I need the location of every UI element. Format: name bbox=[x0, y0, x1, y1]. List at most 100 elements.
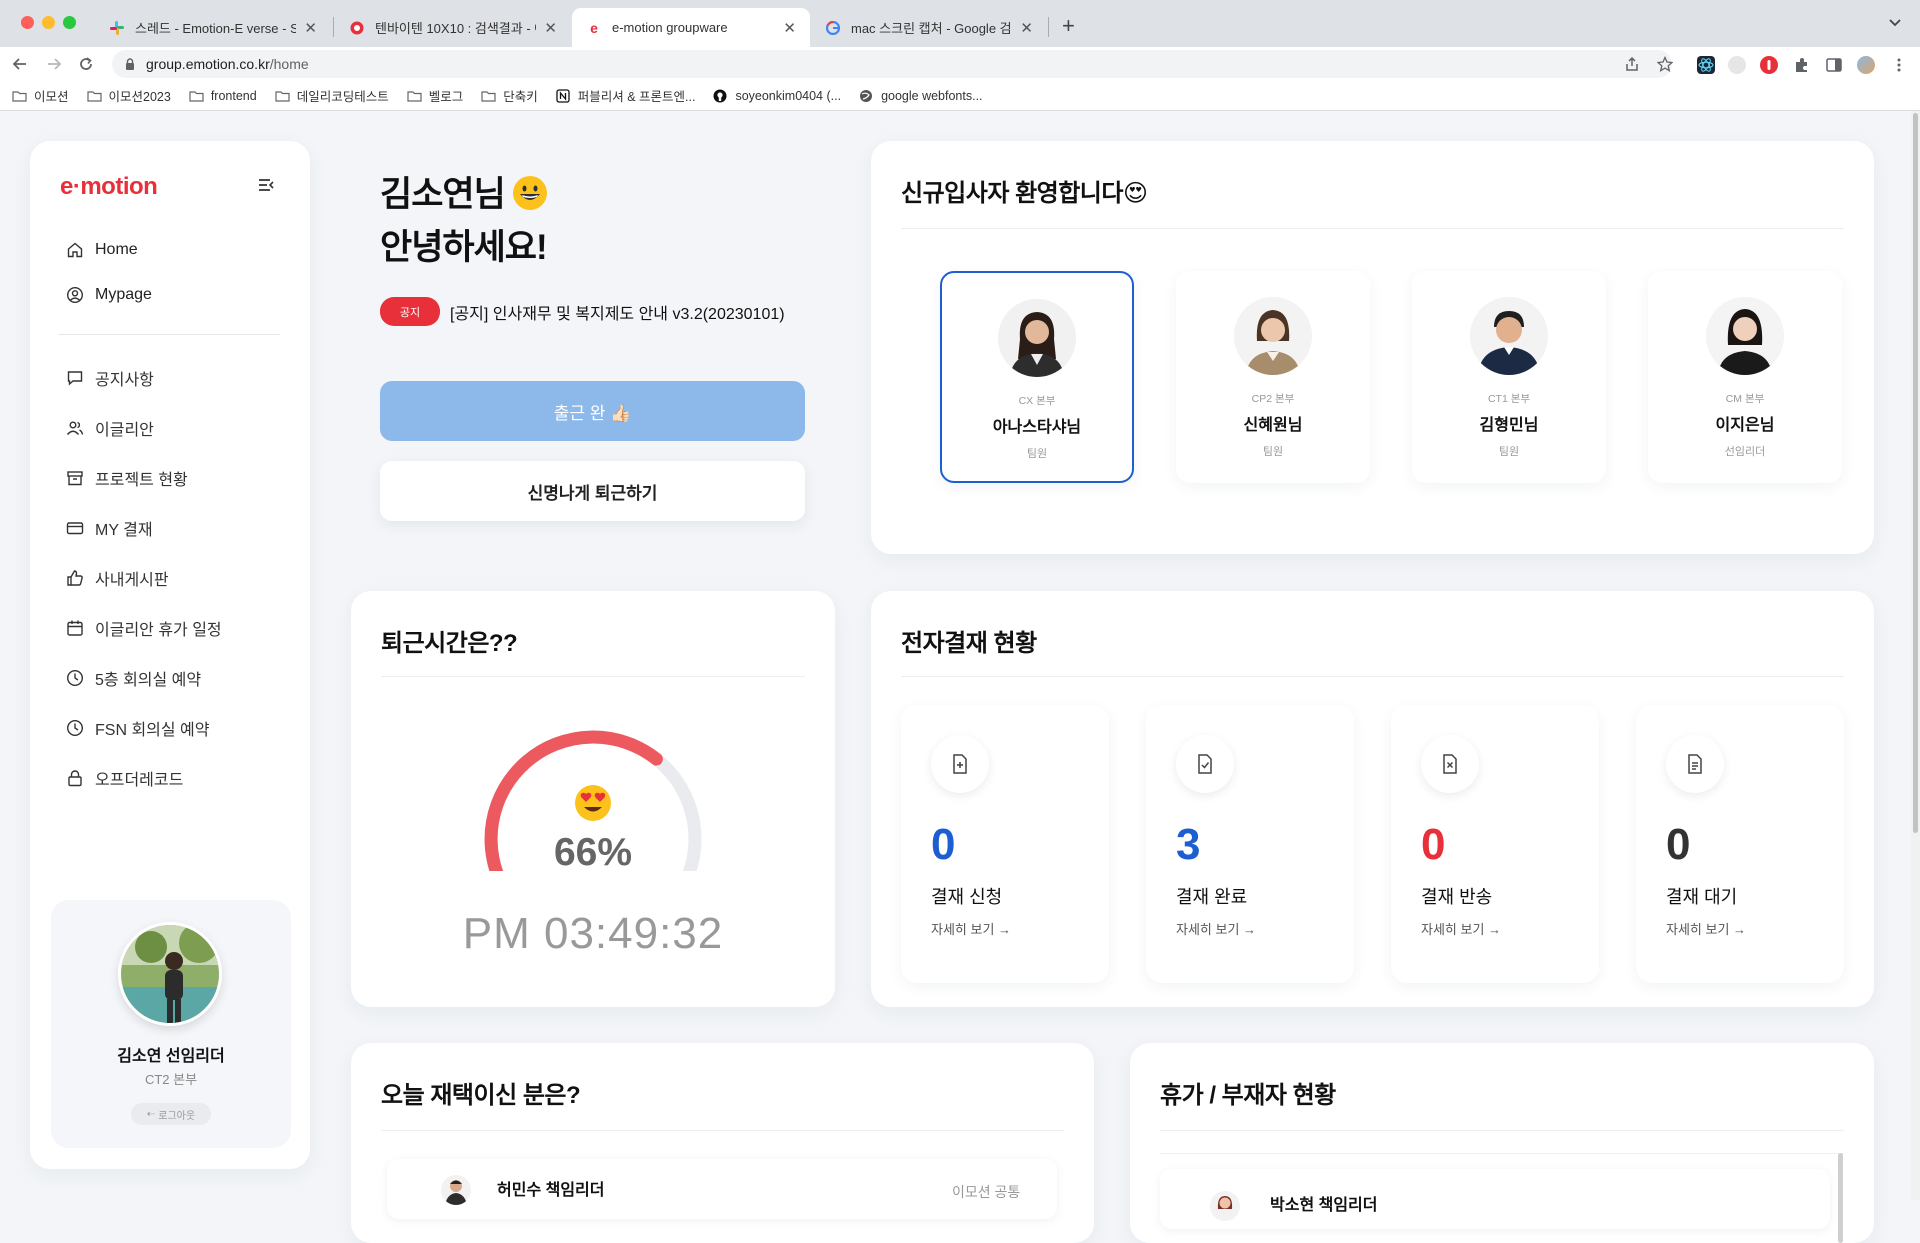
address-bar[interactable]: group.emotion.co.kr/home bbox=[112, 50, 1672, 78]
folder-icon bbox=[407, 89, 423, 103]
approval-returned-card[interactable]: 0 결재 반송 자세히 보기 → bbox=[1391, 705, 1599, 983]
sidebar-item-meeting-5f[interactable]: 5층 회의실 예약 bbox=[66, 666, 286, 690]
sidebar-item-notice[interactable]: 공지사항 bbox=[66, 366, 286, 390]
sidebar-item-board[interactable]: 사내게시판 bbox=[66, 566, 286, 590]
avatar bbox=[1210, 1191, 1240, 1221]
list-item[interactable]: 박소현 책임리더 bbox=[1160, 1169, 1830, 1229]
member-card[interactable]: CX 본부 아나스타샤님 팀원 bbox=[940, 271, 1134, 483]
details-link[interactable]: 자세히 보기 → bbox=[1176, 919, 1256, 938]
zoom-window-button[interactable] bbox=[63, 16, 76, 29]
bookmark-folder[interactable]: 이모션 bbox=[12, 86, 69, 105]
menu-collapse-icon[interactable] bbox=[256, 175, 276, 195]
sidebar-item-members[interactable]: 이글리안 bbox=[66, 416, 286, 440]
sidebar-item-label: 공지사항 bbox=[95, 372, 154, 389]
bookmark-folder[interactable]: 단축키 bbox=[481, 86, 538, 105]
details-link[interactable]: 자세히 보기 → bbox=[931, 919, 1011, 938]
lock-icon bbox=[124, 58, 136, 70]
tab-emotion-groupware[interactable]: e e-motion groupware ✕ bbox=[572, 8, 810, 47]
tab-separator bbox=[1048, 17, 1049, 37]
details-link[interactable]: 자세히 보기 → bbox=[1421, 919, 1501, 938]
card-title: 오늘 재택이신 분은? bbox=[381, 1082, 581, 1109]
bookmark-link[interactable]: soyeonkim0404 (... bbox=[713, 89, 841, 103]
checkout-button[interactable]: 신명나게 퇴근하기 bbox=[380, 461, 805, 521]
close-window-button[interactable] bbox=[21, 16, 34, 29]
member-role: 팀원 bbox=[1026, 448, 1048, 460]
close-tab-icon[interactable]: ✕ bbox=[544, 19, 557, 37]
folder-icon bbox=[481, 89, 497, 103]
sidebar-item-vacation[interactable]: 이글리안 휴가 일정 bbox=[66, 616, 286, 640]
window-controls bbox=[21, 16, 76, 29]
close-tab-icon[interactable]: ✕ bbox=[1020, 19, 1033, 37]
puzzle-icon[interactable] bbox=[1793, 56, 1811, 74]
tab-search-chevron-icon[interactable] bbox=[1888, 15, 1902, 29]
sidebar-item-home[interactable]: Home bbox=[66, 241, 286, 259]
tab-title: 텐바이텐 10X10 : 검색결과 - 아이콘 bbox=[375, 21, 536, 36]
sidebar-item-mypage[interactable]: Mypage bbox=[66, 286, 286, 304]
side-panel-icon[interactable] bbox=[1825, 56, 1843, 74]
details-link[interactable]: 자세히 보기 → bbox=[1666, 919, 1746, 938]
url-host: group.emotion.co.kr bbox=[146, 56, 270, 72]
adblock-icon[interactable] bbox=[1760, 56, 1778, 74]
title-divider bbox=[381, 1130, 1064, 1131]
member-role: 팀원 bbox=[1262, 446, 1284, 458]
bookmark-folder[interactable]: 데일리코딩테스트 bbox=[275, 86, 389, 105]
share-icon[interactable] bbox=[1624, 56, 1642, 74]
sidebar-item-projects[interactable]: 프로젝트 현황 bbox=[66, 466, 286, 490]
tab-slack[interactable]: 스레드 - Emotion-E verse - Slack ✕ bbox=[95, 8, 331, 47]
approval-label: 결재 신청 bbox=[931, 887, 1003, 907]
list-scrollbar[interactable] bbox=[1838, 1153, 1843, 1243]
minimize-window-button[interactable] bbox=[42, 16, 55, 29]
bookmark-folder[interactable]: frontend bbox=[189, 89, 257, 103]
page-scrollbar-thumb[interactable] bbox=[1913, 113, 1918, 833]
folder-icon bbox=[86, 89, 103, 103]
list-item[interactable]: 허민수 책임리더 이모션 공통 bbox=[387, 1159, 1057, 1219]
bookmark-label: 이모션 bbox=[34, 90, 69, 104]
close-tab-icon[interactable]: ✕ bbox=[783, 19, 796, 37]
bookmark-link[interactable]: 퍼블리셔 & 프론트엔... bbox=[556, 86, 695, 105]
member-name: 이지은님 bbox=[1715, 417, 1775, 434]
checkin-button[interactable]: 출근 완 👍🏻 bbox=[380, 381, 805, 441]
notice-row[interactable]: 공지 [공지] 인사재무 및 복지제도 안내 v3.2(20230101) bbox=[380, 297, 785, 326]
react-devtools-icon[interactable] bbox=[1697, 56, 1715, 74]
approval-pending-card[interactable]: 0 결재 대기 자세히 보기 → bbox=[1636, 705, 1844, 983]
approval-count: 0 bbox=[931, 820, 956, 869]
member-card[interactable]: CP2 본부 신혜원님 팀원 bbox=[1176, 271, 1370, 483]
back-icon[interactable] bbox=[12, 56, 28, 72]
extension-icon[interactable] bbox=[1728, 56, 1746, 74]
member-dept: CP2 본부 bbox=[1251, 393, 1295, 405]
avatar[interactable] bbox=[118, 922, 222, 1026]
sidebar-item-off-the-record[interactable]: 오프더레코드 bbox=[66, 766, 286, 790]
approval-complete-card[interactable]: 3 결재 완료 자세히 보기 → bbox=[1146, 705, 1354, 983]
more-menu-icon[interactable] bbox=[1890, 56, 1908, 74]
tab-10x10[interactable]: 텐바이텐 10X10 : 검색결과 - 아이콘 ✕ bbox=[335, 8, 571, 47]
bookmark-folder[interactable]: 벨로그 bbox=[407, 86, 463, 105]
close-tab-icon[interactable]: ✕ bbox=[304, 19, 317, 37]
bookmark-star-icon[interactable] bbox=[1657, 56, 1675, 74]
reload-icon[interactable] bbox=[78, 56, 94, 72]
forward-icon[interactable] bbox=[46, 56, 62, 72]
tenbyten-icon bbox=[349, 20, 365, 36]
vacation-status-card: 휴가 / 부재자 현황 박소현 책임리더 bbox=[1130, 1043, 1874, 1243]
sidebar-item-meeting-fsn[interactable]: FSN 회의실 예약 bbox=[66, 716, 286, 740]
folder-icon bbox=[12, 89, 28, 103]
sidebar-item-label: 사내게시판 bbox=[95, 572, 169, 589]
member-name: 신혜원님 bbox=[1243, 417, 1303, 434]
logout-button[interactable]: ⇠ 로그아웃 bbox=[131, 1103, 211, 1125]
approval-label: 결재 완료 bbox=[1176, 887, 1248, 907]
new-tab-button[interactable]: + bbox=[1062, 13, 1075, 39]
tab-title: 스레드 - Emotion-E verse - Slack bbox=[135, 21, 297, 36]
bookmark-link[interactable]: google webfonts... bbox=[859, 89, 983, 103]
bookmark-folder[interactable]: 이모션2023 bbox=[86, 86, 171, 105]
current-time: PM 03:49:32 bbox=[462, 909, 724, 958]
tab-strip: 스레드 - Emotion-E verse - Slack ✕ 텐바이텐 10X… bbox=[0, 0, 1920, 47]
member-card[interactable]: CT1 본부 김형민님 팀원 bbox=[1412, 271, 1606, 483]
sidebar-item-my-approval[interactable]: MY 결재 bbox=[66, 516, 286, 540]
emotion-logo[interactable]: e·motion bbox=[60, 173, 158, 201]
calendar-icon bbox=[67, 620, 83, 636]
tab-google-search[interactable]: mac 스크린 캡처 - Google 검색 ✕ bbox=[811, 8, 1047, 47]
profile-avatar-icon[interactable] bbox=[1857, 56, 1875, 74]
approval-count: 0 bbox=[1666, 820, 1691, 869]
sidebar: e·motion Home Mypage 공지사항 이글리안 프로젝트 현황 M… bbox=[30, 141, 310, 1169]
approval-request-card[interactable]: 0 결재 신청 자세히 보기 → bbox=[901, 705, 1109, 983]
member-card[interactable]: CM 본부 이지은님 선임리더 bbox=[1648, 271, 1842, 483]
